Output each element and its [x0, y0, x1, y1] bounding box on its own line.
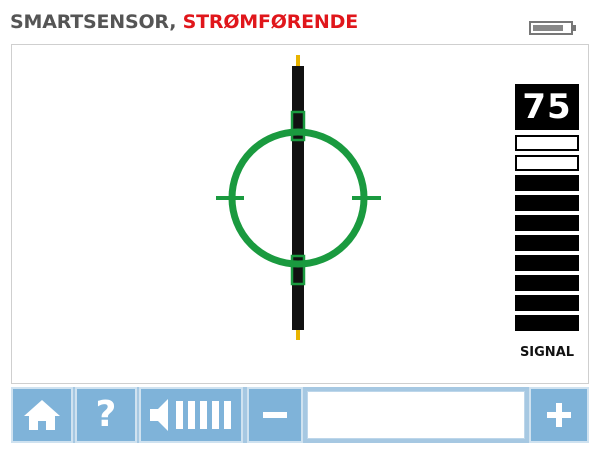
plus-icon: [547, 403, 571, 427]
signal-segment-1: [515, 315, 579, 331]
signal-segment-5: [515, 235, 579, 251]
signal-segment-10: [515, 135, 579, 151]
home-icon: [24, 400, 60, 430]
title-mode: STRØMFØRENDE: [182, 11, 359, 33]
help-icon: ?: [95, 394, 117, 435]
minus-button[interactable]: [247, 387, 303, 443]
signal-segment-3: [515, 275, 579, 291]
signal-bar-meter: [515, 135, 579, 335]
page-title: SMARTSENSOR, STRØMFØRENDE: [10, 10, 358, 34]
battery-icon: [529, 21, 576, 35]
title-bar: SMARTSENSOR, STRØMFØRENDE: [0, 0, 598, 44]
signal-segment-9: [515, 155, 579, 171]
signal-segment-4: [515, 255, 579, 271]
volume-icon: [150, 399, 231, 431]
gain-field: [307, 391, 525, 439]
signal-label: SIGNAL: [519, 345, 575, 360]
bottom-toolbar: ?: [11, 387, 589, 443]
title-main: SMARTSENSOR,: [10, 11, 183, 33]
signal-segment-8: [515, 175, 579, 191]
signal-strength-value: 75: [515, 84, 579, 130]
help-button[interactable]: ?: [75, 387, 137, 443]
signal-segment-6: [515, 215, 579, 231]
locator-display: [11, 44, 589, 384]
volume-button[interactable]: [139, 387, 243, 443]
home-button[interactable]: [11, 387, 73, 443]
signal-segment-2: [515, 295, 579, 311]
plus-button[interactable]: [529, 387, 589, 443]
signal-segment-7: [515, 195, 579, 211]
minus-icon: [263, 412, 287, 418]
